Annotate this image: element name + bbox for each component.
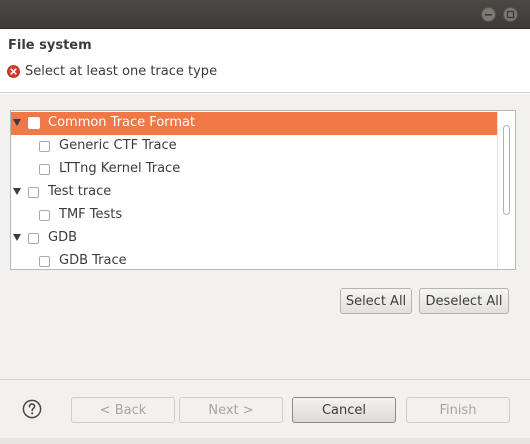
tree-item-tmf-tests[interactable]: TMF Tests	[11, 204, 497, 227]
tree-item-generic-ctf-trace[interactable]: Generic CTF Trace	[11, 135, 497, 158]
tree-item-checkbox[interactable]	[28, 187, 39, 198]
tree-item-label: GDB	[48, 230, 78, 245]
tree-vertical-scrollbar[interactable]	[497, 111, 515, 269]
tree-item-checkbox[interactable]	[39, 141, 50, 152]
tree-item-common-trace-format[interactable]: Common Trace Format	[11, 112, 497, 135]
expand-arrow-icon[interactable]	[13, 234, 21, 241]
tree-item-gdb[interactable]: GDB	[11, 227, 497, 250]
window-bottom-edge	[0, 438, 530, 444]
finish-button[interactable]: Finish	[406, 397, 510, 423]
trace-type-tree[interactable]: Common Trace Format Generic CTF Trace LT…	[10, 110, 516, 270]
expand-arrow-icon[interactable]	[13, 188, 21, 195]
next-button[interactable]: Next >	[179, 397, 283, 423]
maximize-button[interactable]	[503, 7, 518, 22]
back-button[interactable]: < Back	[71, 397, 175, 423]
cancel-button[interactable]: Cancel	[292, 397, 396, 423]
tree-item-checkbox[interactable]	[39, 210, 50, 221]
minimize-icon	[485, 14, 492, 16]
tree-item-label: Generic CTF Trace	[59, 138, 177, 153]
error-message-row: Select at least one trace type	[7, 64, 217, 79]
tree-item-checkbox[interactable]	[28, 117, 40, 129]
tree-item-checkbox[interactable]	[39, 256, 50, 267]
tree-item-test-trace[interactable]: Test trace	[11, 181, 497, 204]
maximize-icon	[506, 10, 515, 19]
deselect-all-button[interactable]: Deselect All	[419, 288, 509, 314]
page-title: File system	[8, 38, 92, 53]
tree-item-checkbox[interactable]	[39, 164, 50, 175]
error-message: Select at least one trace type	[25, 64, 218, 79]
tree-item-label: LTTng Kernel Trace	[59, 161, 181, 176]
window-titlebar	[0, 0, 530, 29]
footer-separator	[0, 379, 530, 380]
tree-item-checkbox[interactable]	[28, 233, 39, 244]
error-icon	[7, 65, 20, 78]
select-all-button[interactable]: Select All	[340, 288, 412, 314]
tree-item-gdb-trace[interactable]: GDB Trace	[11, 250, 497, 269]
scrollbar-thumb[interactable]	[503, 125, 510, 215]
tree-item-label: GDB Trace	[59, 253, 127, 268]
minimize-button[interactable]	[481, 7, 496, 22]
tree-item-lttng-kernel-trace[interactable]: LTTng Kernel Trace	[11, 158, 497, 181]
tree-item-label: Common Trace Format	[48, 115, 196, 130]
expand-arrow-icon[interactable]	[13, 119, 21, 126]
wizard-header: File system Select at least one trace ty…	[0, 29, 530, 93]
tree-item-label: Test trace	[48, 184, 112, 199]
tree-item-label: TMF Tests	[59, 207, 123, 222]
help-icon[interactable]	[22, 399, 42, 419]
wizard-body: Common Trace Format Generic CTF Trace LT…	[0, 94, 530, 444]
